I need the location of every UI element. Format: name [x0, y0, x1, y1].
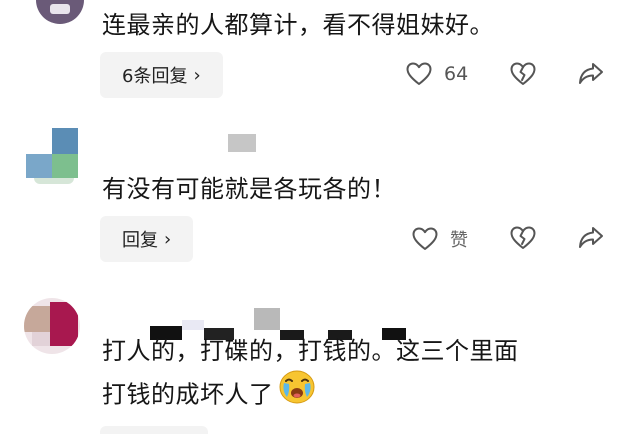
username-mosaic	[254, 308, 280, 330]
crying-face-icon	[278, 369, 316, 416]
reply-button[interactable]: 回复 ›	[100, 216, 194, 262]
comment-item: 有没有可能就是各玩各的！ 回复 › 赞	[0, 112, 640, 284]
chevron-right-icon: ›	[193, 64, 201, 86]
reply-label: 回复	[122, 230, 158, 251]
username-mosaic	[182, 320, 204, 330]
avatar[interactable]	[36, 0, 84, 24]
like-button[interactable]: 赞	[412, 226, 468, 252]
share-button[interactable]	[578, 226, 604, 250]
comment-item: 打人的，打碟的，打钱的。这三个里面 打钱的成坏人了	[0, 290, 640, 434]
heart-icon	[406, 62, 432, 85]
comment-text-line: 打钱的成坏人了	[102, 369, 316, 419]
broken-heart-icon	[510, 62, 536, 85]
reply-button[interactable]	[100, 426, 208, 434]
comment-text: 连最亲的人都算计，看不得姐妹好。	[102, 11, 494, 39]
share-arrow-icon	[579, 63, 603, 84]
reply-label: 6条回复	[122, 66, 188, 87]
share-arrow-icon	[579, 227, 603, 248]
broken-heart-icon	[510, 226, 536, 249]
view-replies-button[interactable]: 6条回复 ›	[100, 52, 223, 98]
like-button[interactable]: 64	[406, 62, 468, 86]
chevron-right-icon: ›	[164, 228, 172, 250]
comment-text-line: 打人的，打碟的，打钱的。这三个里面	[102, 337, 519, 365]
comment-text: 有没有可能就是各玩各的！	[102, 175, 396, 203]
like-count: 赞	[450, 230, 468, 251]
avatar[interactable]	[24, 298, 80, 354]
dislike-button[interactable]	[510, 226, 536, 250]
avatar[interactable]	[26, 128, 78, 184]
share-button[interactable]	[578, 62, 604, 86]
dislike-button[interactable]	[510, 62, 536, 86]
heart-icon	[412, 227, 438, 250]
username-mosaic	[228, 134, 256, 152]
like-count: 64	[444, 63, 469, 85]
comment-item: 连最亲的人都算计，看不得姐妹好。 6条回复 › 64	[0, 0, 640, 112]
